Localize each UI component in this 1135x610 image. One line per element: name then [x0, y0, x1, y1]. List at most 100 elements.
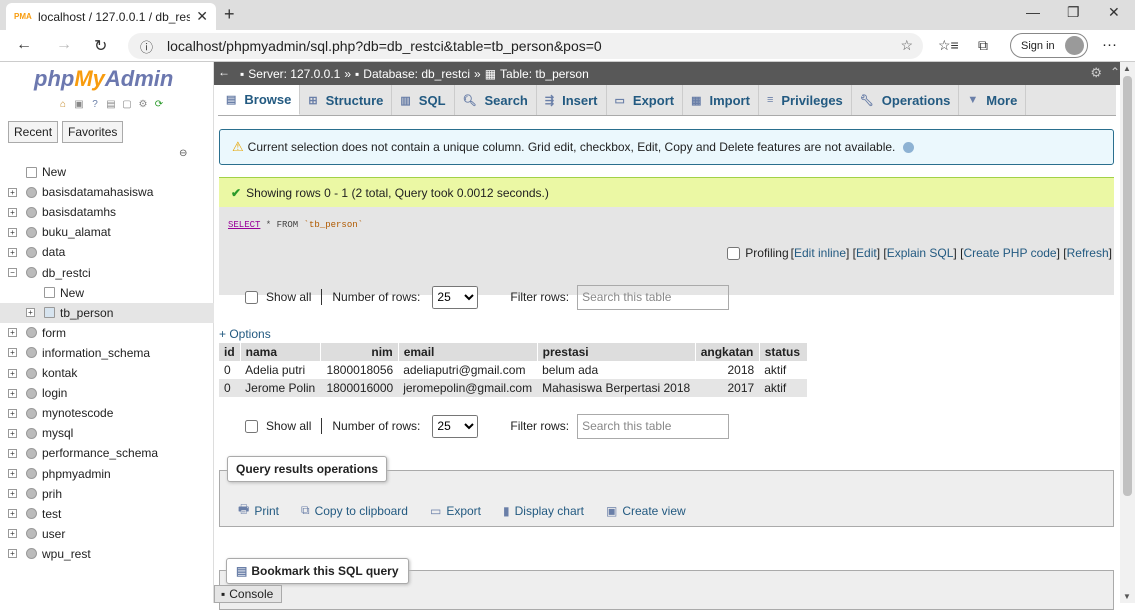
phpmyadmin-logo[interactable]: phpMyAdmin — [34, 66, 173, 92]
tree-item[interactable]: + information_schema — [0, 343, 214, 363]
sql-query-text[interactable]: SELECT * FROM `tb_person` — [228, 220, 363, 230]
tree-item-label[interactable]: prih — [42, 487, 62, 501]
tree-item[interactable]: + basisdatamahasiswa — [0, 182, 214, 202]
collapse-nav-icon[interactable]: ← — [218, 65, 230, 79]
tree-item-label[interactable]: performance_schema — [42, 446, 158, 460]
tree-item-label[interactable]: mysql — [42, 426, 73, 440]
home-icon[interactable]: ⌂ — [56, 98, 70, 111]
docs-2-icon[interactable]: ▢ — [120, 98, 134, 111]
tree-item-label[interactable]: user — [42, 527, 65, 541]
show-all-checkbox[interactable] — [245, 419, 258, 433]
tree-item[interactable]: + mynotescode — [0, 403, 214, 423]
back-arrow-icon[interactable]: ← — [16, 36, 32, 54]
expand-icon[interactable]: + — [8, 549, 17, 559]
table-row[interactable]: 0 Adelia putri 1800018056 adeliaputri@gmail… — [219, 361, 808, 379]
sql-keyword-select[interactable]: SELECT — [228, 220, 260, 230]
info-icon[interactable]: ⓘ — [140, 37, 153, 56]
create-php-code-link[interactable]: Create PHP code — [963, 246, 1056, 260]
tree-item-label[interactable]: data — [42, 245, 65, 259]
expand-icon[interactable]: + — [8, 227, 17, 237]
help-icon[interactable] — [903, 141, 915, 153]
tree-item-label[interactable]: mynotescode — [42, 406, 113, 420]
display-chart-link[interactable]: ▮ Display chart — [503, 500, 584, 521]
reload-icon[interactable]: ↻ — [94, 36, 107, 56]
tab-privileges[interactable]: ≡ Privileges — [759, 85, 852, 115]
close-window-icon[interactable]: ✕ — [1108, 4, 1120, 21]
column-header-prestasi[interactable]: prestasi — [537, 343, 696, 361]
favorites-tab[interactable]: Favorites — [62, 121, 124, 143]
scrollbar-thumb[interactable] — [1123, 76, 1132, 496]
browser-menu-icon[interactable]: ··· — [1102, 36, 1117, 53]
collapse-top-icon[interactable]: ⌃ — [1110, 65, 1120, 79]
tree-item-label[interactable]: login — [42, 386, 67, 400]
gear-icon[interactable]: ⚙ — [1090, 65, 1102, 81]
expand-icon[interactable]: + — [8, 348, 17, 358]
tree-item[interactable]: + tb_person — [0, 302, 214, 323]
tree-item[interactable]: + phpmyadmin — [0, 464, 214, 484]
expand-icon[interactable]: + — [8, 368, 17, 378]
tree-item[interactable]: + basisdatamhs — [0, 202, 214, 222]
expand-icon[interactable]: + — [8, 207, 17, 217]
tree-item-label[interactable]: basisdatamahasiswa — [42, 185, 153, 199]
expand-icon[interactable]: + — [8, 247, 17, 257]
recent-tab[interactable]: Recent — [8, 121, 59, 143]
refresh-icon[interactable]: ⟳ — [152, 98, 166, 111]
tab-search[interactable]: 🔍︎ Search — [455, 85, 537, 115]
tree-item-label[interactable]: New — [42, 165, 66, 179]
tab-import[interactable]: ▦ Import — [683, 85, 759, 115]
print-link[interactable]: 🖶︎ Print — [238, 500, 279, 521]
expand-icon[interactable]: + — [8, 428, 17, 438]
edit-link[interactable]: Edit — [856, 246, 877, 260]
scroll-up-icon[interactable]: ▲ — [1123, 64, 1131, 73]
tree-item-label[interactable]: db_restci — [42, 266, 91, 280]
breadcrumb-server[interactable]: Server: 127.0.0.1 — [248, 67, 340, 81]
collections-icon[interactable]: ⧉ — [978, 37, 988, 54]
main-scrollbar[interactable]: ▲ ▼ — [1120, 62, 1135, 603]
tree-item[interactable]: + kontak — [0, 363, 214, 383]
refresh-link[interactable]: Refresh — [1067, 246, 1109, 260]
expand-icon[interactable]: + — [8, 408, 17, 418]
docs-icon[interactable]: ▤ — [104, 98, 118, 111]
favorites-list-icon[interactable]: ☆≡ — [938, 37, 959, 54]
tree-item[interactable]: + form — [0, 323, 214, 343]
expand-icon[interactable]: + — [26, 308, 35, 318]
number-of-rows-select[interactable]: 25 — [432, 414, 479, 438]
tree-item-label[interactable]: form — [42, 326, 66, 340]
settings-icon[interactable]: ⚙ — [136, 98, 150, 111]
expand-icon[interactable]: + — [8, 388, 17, 398]
breadcrumb-table[interactable]: Table: tb_person — [500, 67, 589, 81]
tree-item-label[interactable]: phpmyadmin — [42, 467, 111, 481]
column-header-email[interactable]: email — [398, 343, 538, 361]
expand-icon[interactable]: + — [8, 489, 17, 499]
tree-item-label[interactable]: basisdatamhs — [42, 205, 116, 219]
forward-arrow-icon[interactable]: → — [56, 36, 72, 54]
column-header-status[interactable]: status — [759, 343, 808, 361]
tab-browse[interactable]: ▤ Browse — [218, 85, 301, 115]
link-with-main-panel-icon[interactable]: ⊖ — [179, 148, 187, 159]
sign-in-button[interactable]: Sign in — [1010, 33, 1088, 58]
browser-tab[interactable]: PMA localhost / 127.0.0.1 / db_restci / … — [6, 3, 216, 30]
tree-item[interactable]: + performance_schema — [0, 443, 214, 463]
tree-item[interactable]: − db_restci — [0, 263, 214, 283]
restore-icon[interactable]: ❐ — [1067, 4, 1080, 21]
show-all-checkbox[interactable] — [245, 290, 258, 304]
column-header-nama[interactable]: nama — [240, 343, 321, 361]
column-header-angkatan[interactable]: angkatan — [695, 343, 760, 361]
profiling-checkbox[interactable] — [727, 246, 741, 260]
tree-item[interactable]: + wpu_rest — [0, 544, 214, 564]
expand-icon[interactable]: + — [8, 529, 17, 539]
table-row[interactable]: 0 Jerome Polin 1800016000 jeromepolin@gmail… — [219, 379, 808, 397]
tree-item-label[interactable]: test — [42, 507, 61, 521]
minimize-icon[interactable]: — — [1026, 4, 1040, 20]
tree-item[interactable]: + login — [0, 383, 214, 403]
tab-operations[interactable]: 🔧︎ Operations — [852, 85, 960, 115]
favorite-star-icon[interactable]: ☆ — [900, 37, 913, 54]
tree-item-label[interactable]: buku_alamat — [42, 225, 111, 239]
tree-item[interactable]: New — [0, 283, 214, 303]
create-view-link[interactable]: ▣ Create view — [606, 500, 686, 521]
expand-icon[interactable]: + — [8, 469, 17, 478]
logout-icon[interactable]: ▣ — [72, 98, 86, 111]
tree-item[interactable]: + user — [0, 524, 214, 544]
tree-item[interactable]: + prih — [0, 484, 214, 504]
filter-rows-input[interactable]: Search this table — [577, 413, 730, 439]
